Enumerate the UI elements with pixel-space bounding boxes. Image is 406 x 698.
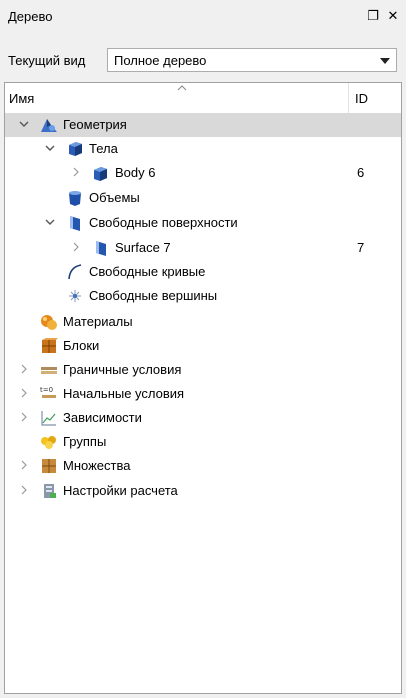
- current-view-select[interactable]: Полное дерево: [107, 48, 397, 72]
- tree-item-id: 6: [357, 165, 365, 180]
- tree-item-label: Блоки: [63, 338, 100, 353]
- surface-icon: [91, 238, 111, 258]
- chevron-down-icon[interactable]: [17, 117, 31, 131]
- tree-item-label: Тела: [89, 141, 118, 156]
- dropdown-arrow-icon[interactable]: [380, 58, 390, 64]
- tree-row[interactable]: Множества: [5, 454, 401, 478]
- chevron-right-icon[interactable]: [69, 240, 83, 254]
- surfaces-icon: [65, 213, 85, 233]
- tree-item-label: Surface 7: [115, 240, 171, 255]
- boundary-conditions-icon: [39, 360, 59, 380]
- tree-row[interactable]: Body 6 6: [5, 161, 401, 185]
- chevron-right-icon[interactable]: [17, 362, 31, 376]
- current-view-row: Текущий вид Полное дерево: [0, 48, 406, 74]
- tree-item-label: Свободные вершины: [89, 288, 218, 303]
- current-view-value: Полное дерево: [114, 53, 207, 68]
- panel-title: Дерево: [8, 9, 53, 24]
- float-icon[interactable]: ❐: [364, 7, 382, 25]
- tree-row[interactable]: Свободные поверхности: [5, 211, 401, 235]
- tree-header: Имя ID: [5, 83, 401, 114]
- sets-icon: [39, 456, 59, 476]
- chevron-right-icon[interactable]: [17, 386, 31, 400]
- curves-icon: [65, 262, 85, 282]
- close-icon[interactable]: ✕: [384, 7, 402, 25]
- materials-icon: [39, 312, 59, 332]
- tree-item-label: Множества: [63, 458, 131, 473]
- tree-row[interactable]: t=0 Начальные условия: [5, 382, 401, 406]
- chevron-right-icon[interactable]: [69, 165, 83, 179]
- column-separator[interactable]: [348, 83, 349, 113]
- dependencies-icon: [39, 408, 59, 428]
- tree-item-label: Body 6: [115, 165, 156, 180]
- current-view-label: Текущий вид: [8, 53, 86, 68]
- tree-item-label: Геометрия: [63, 117, 127, 132]
- tree-row[interactable]: Материалы: [5, 310, 401, 334]
- bodies-icon: [65, 139, 85, 159]
- chevron-right-icon[interactable]: [17, 410, 31, 424]
- sort-ascending-icon: [177, 85, 187, 91]
- tree-item-label: Группы: [63, 434, 107, 449]
- svg-text:t=0: t=0: [40, 386, 53, 394]
- tree-row[interactable]: Тела: [5, 137, 401, 161]
- tree-item-id: 7: [357, 240, 365, 255]
- vertices-icon: [65, 286, 85, 306]
- tree-item-label: Начальные условия: [63, 386, 185, 401]
- column-header-id[interactable]: ID: [355, 91, 368, 106]
- tree-row[interactable]: Настройки расчета: [5, 479, 401, 503]
- tree-row[interactable]: Группы: [5, 430, 401, 454]
- tree-panel[interactable]: Имя ID Геометрия Тела Body 6 6 Объемы Свободн…: [4, 82, 402, 694]
- initial-conditions-icon: t=0: [39, 384, 59, 404]
- tree-row[interactable]: Surface 7 7: [5, 236, 401, 260]
- tree-row[interactable]: Объемы: [5, 186, 401, 210]
- blocks-icon: [39, 336, 59, 356]
- volumes-icon: [65, 188, 85, 208]
- groups-icon: [39, 432, 59, 452]
- column-header-name[interactable]: Имя: [9, 91, 34, 106]
- chevron-down-icon[interactable]: [43, 141, 57, 155]
- chevron-right-icon[interactable]: [17, 458, 31, 472]
- tree-row[interactable]: Свободные вершины: [5, 284, 401, 308]
- tree-row[interactable]: Граничные условия: [5, 358, 401, 382]
- tree-row[interactable]: Блоки: [5, 334, 401, 358]
- tree-item-label: Свободные кривые: [89, 264, 206, 279]
- tree-item-label: Настройки расчета: [63, 483, 178, 498]
- tree-item-label: Объемы: [89, 190, 140, 205]
- solver-settings-icon: [39, 481, 59, 501]
- tree-item-label: Свободные поверхности: [89, 215, 238, 230]
- tree-item-label: Граничные условия: [63, 362, 182, 377]
- panel-titlebar: Дерево ❐ ✕: [0, 0, 406, 34]
- tree-row[interactable]: Свободные кривые: [5, 260, 401, 284]
- tree-item-label: Зависимости: [63, 410, 142, 425]
- tree-item-label: Материалы: [63, 314, 133, 329]
- chevron-right-icon[interactable]: [17, 483, 31, 497]
- geometry-icon: [39, 115, 59, 135]
- body-icon: [91, 163, 111, 183]
- tree-row[interactable]: Геометрия: [5, 113, 401, 137]
- tree-row[interactable]: Зависимости: [5, 406, 401, 430]
- chevron-down-icon[interactable]: [43, 215, 57, 229]
